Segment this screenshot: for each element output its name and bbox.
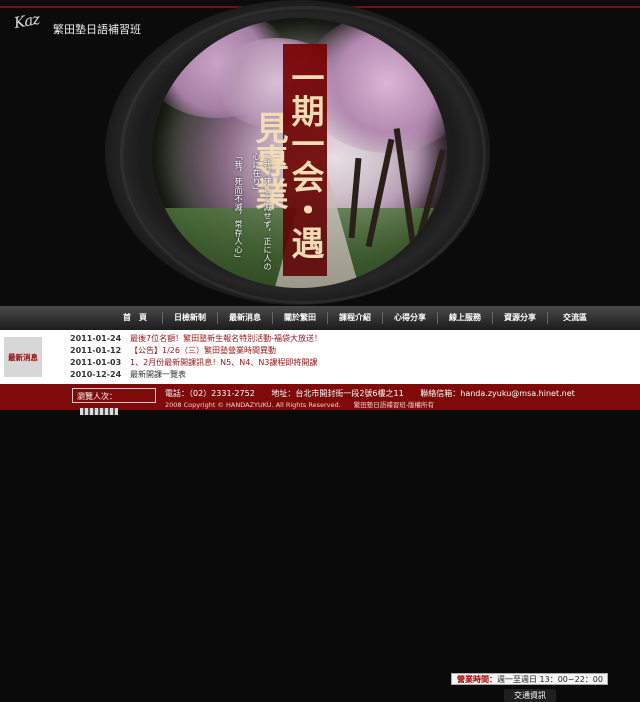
- footer-phone: 電話：（02）2331-2752: [165, 389, 255, 398]
- news-section: 最新消息 2011-01-24 最後7位名額！繁田塾新生報名特別活動-福袋大放送…: [0, 330, 640, 702]
- hero-banner: Kaz 繁田塾日語補習班 一期一会・遇見專業 「我，死して滅せず，正に人の心に在…: [0, 0, 640, 306]
- list-item[interactable]: 2010-12-24 最新開課一覽表: [70, 369, 410, 381]
- news-date: 2011-01-03: [70, 358, 122, 367]
- nav-item-resources[interactable]: 資源分享: [493, 312, 548, 324]
- news-date: 2011-01-12: [70, 346, 122, 355]
- footer-email[interactable]: 聯絡信箱：handa.zyuku@msa.hinet.net: [420, 389, 575, 398]
- business-hours-value: 週一至週日 13：00~22：00: [497, 675, 603, 684]
- traffic-info-button[interactable]: 交通資訊: [504, 689, 556, 702]
- nav-item-online-service[interactable]: 線上服務: [438, 312, 493, 324]
- counter-digits: [80, 408, 118, 415]
- news-link[interactable]: 1、2月份最新開課訊息！N5、N4、N3課程即將開課: [130, 357, 400, 369]
- nav-item-about[interactable]: 關於繁田: [273, 312, 328, 324]
- list-item[interactable]: 2011-01-24 最後7位名額！繁田塾新生報名特別活動-福袋大放送！: [70, 333, 410, 345]
- nav-item-jlpt[interactable]: 日檢新制: [163, 312, 218, 324]
- logo-mark: Kaz: [12, 9, 41, 33]
- nav-item-forum[interactable]: 交流區: [548, 312, 602, 324]
- business-hours: 營業時間：週一至週日 13：00~22：00: [451, 673, 608, 685]
- nav-item-testimonials[interactable]: 心得分享: [383, 312, 438, 324]
- hero-poem-japanese: 「我，死して滅せず，正に人の心に在り」: [252, 152, 272, 271]
- footer-contact: 電話：（02）2331-2752 地址：台北市開封街一段2號6樓之11 聯絡信箱…: [165, 388, 589, 399]
- logo[interactable]: Kaz 繁田塾日語補習班: [12, 9, 141, 40]
- news-link[interactable]: 最新開課一覽表: [130, 369, 400, 381]
- news-date: 2010-12-24: [70, 370, 122, 379]
- list-item[interactable]: 2011-01-03 1、2月份最新開課訊息！N5、N4、N3課程即將開課: [70, 357, 410, 369]
- hero-title: 一期一会・遇見專業: [250, 44, 327, 276]
- news-link[interactable]: 最後7位名額！繁田塾新生報名特別活動-福袋大放送！: [130, 333, 400, 345]
- footer: 瀏覽人次： 電話：（02）2331-2752 地址：台北市開封街一段2號6樓之1…: [0, 384, 640, 415]
- footer-address: 地址：台北市開封街一段2號6樓之11: [271, 389, 404, 398]
- footer-copyright: 2008 Copyright © HANDAZYUKU. All Rights …: [165, 401, 435, 409]
- nav-item-home[interactable]: 首 頁: [108, 312, 163, 324]
- news-date: 2011-01-24: [70, 334, 122, 343]
- main-nav: 首 頁 日檢新制 最新消息 關於繁田 課程介紹 心得分享 線上服務 資源分享 交…: [0, 306, 640, 330]
- logo-text: 繁田塾日語補習班: [53, 23, 141, 36]
- news-link[interactable]: 【公告】1/26（三）繁田塾營業時間異動: [130, 345, 400, 357]
- news-list: 2011-01-24 最後7位名額！繁田塾新生報名特別活動-福袋大放送！ 201…: [70, 333, 410, 381]
- nav-item-courses[interactable]: 課程介紹: [328, 312, 383, 324]
- business-hours-label: 營業時間：: [457, 675, 497, 684]
- hero-poem-chinese: 「我，死而不滅，常存人心」: [234, 152, 243, 263]
- list-item[interactable]: 2011-01-12 【公告】1/26（三）繁田塾營業時間異動: [70, 345, 410, 357]
- news-label: 最新消息: [4, 337, 42, 377]
- visitor-counter-label: 瀏覽人次：: [77, 392, 117, 401]
- visitor-counter: 瀏覽人次：: [72, 388, 156, 415]
- nav-item-news[interactable]: 最新消息: [218, 312, 273, 324]
